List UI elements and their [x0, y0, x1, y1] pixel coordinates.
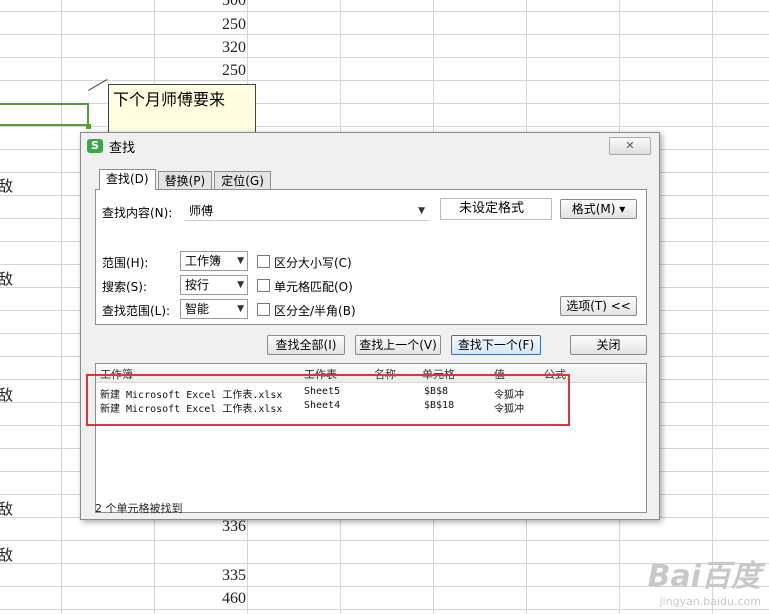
cell-text[interactable]: 敌	[0, 384, 13, 405]
find-input-value: 师傅	[189, 204, 214, 218]
dialog-title: 查找	[109, 140, 136, 156]
tab-replace[interactable]: 替换(P)	[157, 171, 213, 190]
tab-goto[interactable]: 定位(G)	[214, 171, 271, 190]
lookin-select[interactable]: 智能 ▼	[180, 299, 248, 319]
search-value: 按行	[185, 278, 210, 292]
lookin-label: 查找范围(L):	[102, 304, 171, 318]
cell-text[interactable]: 敌	[0, 544, 13, 565]
tab-find[interactable]: 查找(D)	[99, 169, 156, 190]
cell-value[interactable]: 320	[186, 39, 246, 57]
search-label: 搜索(S):	[102, 280, 148, 294]
baidu-watermark: Bai百度 jingyan.baidu.com	[648, 551, 761, 608]
fill-handle[interactable]	[86, 124, 91, 129]
cell-value[interactable]: 460	[186, 590, 246, 608]
lookin-value: 智能	[185, 302, 210, 316]
cell-value[interactable]: 250	[186, 62, 246, 80]
chevron-down-icon: ▼	[237, 280, 244, 290]
status-text: 2 个单元格被找到	[95, 502, 183, 515]
search-select[interactable]: 按行 ▼	[180, 275, 248, 295]
watermark-url: jingyan.baidu.com	[659, 595, 761, 608]
highlight-annotation	[86, 374, 570, 426]
cell-value[interactable]: 500	[186, 0, 246, 10]
cell-value[interactable]: 335	[186, 567, 246, 585]
watermark-logo: Bai百度	[647, 559, 761, 594]
match-width-label: 区分全/半角(B)	[274, 304, 356, 318]
cell-text[interactable]: 敌	[0, 498, 13, 519]
chevron-down-icon: ▼	[237, 256, 244, 266]
find-input[interactable]: 师傅 ▼	[184, 201, 429, 221]
find-next-button[interactable]: 查找下一个(F)	[451, 335, 541, 355]
chevron-down-icon: ▼	[237, 304, 244, 314]
selected-cell[interactable]	[0, 103, 89, 126]
close-icon[interactable]: ✕	[609, 137, 651, 155]
find-prev-button[interactable]: 查找上一个(V)	[355, 335, 441, 355]
chevron-down-icon[interactable]: ▼	[418, 202, 425, 220]
match-case-label: 区分大小写(C)	[274, 256, 352, 270]
find-panel: 查找内容(N): 师傅 ▼ 未设定格式 格式(M) ▾ 范围(H): 工作簿 ▼…	[95, 189, 647, 325]
match-case-checkbox[interactable]	[257, 255, 270, 268]
match-width-checkbox[interactable]	[257, 303, 270, 316]
match-cell-label: 单元格匹配(O)	[274, 280, 353, 294]
match-cell-checkbox[interactable]	[257, 279, 270, 292]
dialog-titlebar[interactable]: S 查找	[81, 133, 659, 159]
cell-value[interactable]: 336	[186, 518, 246, 536]
wps-app-icon: S	[87, 139, 103, 153]
options-button[interactable]: 选项(T) <<	[560, 296, 637, 316]
format-preview: 未设定格式	[440, 198, 552, 220]
find-dialog: S 查找 ✕ 查找(D) 替换(P) 定位(G) 查找内容(N): 师傅 ▼ 未…	[80, 132, 660, 520]
cell-value[interactable]: 250	[186, 16, 246, 34]
cell-text[interactable]: 敌	[0, 175, 13, 196]
find-label: 查找内容(N):	[102, 206, 173, 220]
close-button[interactable]: 关闭	[570, 335, 647, 355]
scope-select[interactable]: 工作簿 ▼	[180, 251, 248, 271]
format-button[interactable]: 格式(M) ▾	[560, 199, 637, 219]
scope-value: 工作簿	[185, 254, 222, 268]
find-all-button[interactable]: 查找全部(I)	[267, 335, 345, 355]
scope-label: 范围(H):	[102, 256, 149, 270]
cell-text[interactable]: 敌	[0, 268, 13, 289]
dialog-tabs: 查找(D) 替换(P) 定位(G)	[99, 169, 273, 190]
